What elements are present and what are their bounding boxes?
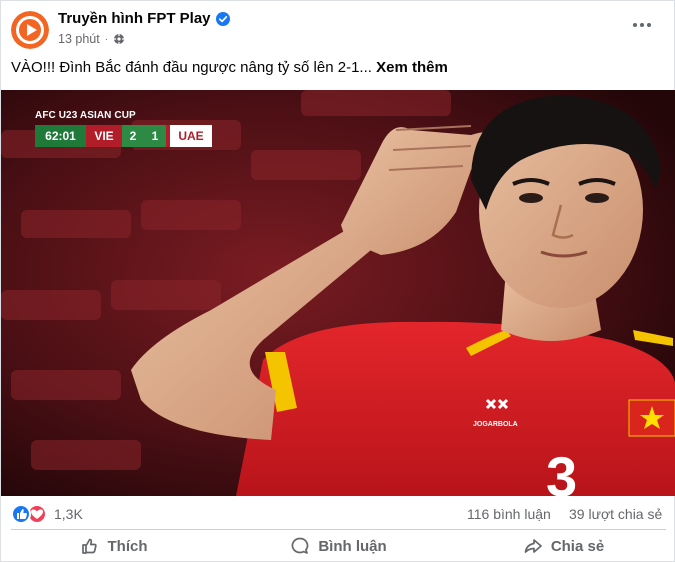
away-team: UAE: [166, 125, 212, 147]
page-avatar[interactable]: [11, 11, 49, 49]
like-button[interactable]: Thích: [1, 531, 226, 561]
public-globe-icon[interactable]: [113, 33, 125, 45]
verified-badge-icon: [215, 11, 230, 26]
share-arrow-icon: [524, 539, 542, 553]
share-count[interactable]: 39 lượt chia sẻ: [569, 506, 662, 522]
like-label: Thích: [107, 537, 148, 555]
home-team: VIE: [86, 125, 122, 147]
caption-text: VÀO!!! Đình Bắc đánh đầu ngược nâng tỷ s…: [11, 59, 372, 76]
actions-divider: [11, 529, 666, 530]
player-salute-image: JOGARBOLA 3: [1, 90, 675, 496]
fpt-play-logo: [11, 11, 49, 49]
away-score: 1: [144, 125, 166, 147]
comment-button[interactable]: Bình luận: [226, 531, 451, 561]
post-photo[interactable]: JOGARBOLA 3: [1, 90, 675, 496]
reaction-icons[interactable]: [11, 504, 51, 526]
page-name[interactable]: Truyền hình FPT Play: [58, 10, 211, 27]
post-meta: 13 phút ·: [58, 32, 125, 46]
more-dot: [640, 23, 644, 27]
facebook-post: Truyền hình FPT Play 13 phút · VÀO!!! Đì…: [0, 0, 675, 562]
post-caption: VÀO!!! Đình Bắc đánh đầu ngược nâng tỷ s…: [11, 59, 448, 76]
jersey-number: 3: [546, 445, 577, 496]
more-dot: [633, 23, 637, 27]
scoreboard-overlay: AFC U23 ASIAN CUP 62:01 VIE 2 1 UAE: [35, 109, 212, 149]
post-actions: Thích Bình luận Chia sẻ: [1, 531, 675, 561]
page-name-row: Truyền hình FPT Play: [58, 10, 230, 27]
match-clock: 62:01: [35, 125, 86, 147]
post-header: Truyền hình FPT Play 13 phút ·: [1, 1, 675, 55]
share-label: Chia sẻ: [550, 537, 605, 555]
share-button[interactable]: Chia sẻ: [451, 531, 675, 561]
comment-label: Bình luận: [318, 537, 387, 555]
competition-name: AFC U23 ASIAN CUP: [35, 110, 136, 121]
comment-count[interactable]: 116 bình luận: [467, 506, 551, 522]
meta-separator: ·: [104, 33, 109, 45]
post-time[interactable]: 13 phút: [58, 32, 100, 46]
reaction-count[interactable]: 1,3K: [54, 506, 83, 522]
post-stats: 1,3K 116 bình luận 39 lượt chia sẻ: [1, 501, 675, 529]
thumbs-up-icon: [81, 538, 97, 554]
home-score: 2: [122, 125, 144, 147]
more-options-icon[interactable]: [627, 13, 657, 37]
jersey-brand-text: JOGARBOLA: [473, 421, 518, 428]
like-reaction-icon: [11, 504, 31, 524]
score-row: 62:01 VIE 2 1 UAE: [35, 125, 212, 147]
comment-bubble-icon: [291, 537, 309, 554]
see-more-link[interactable]: Xem thêm: [376, 59, 448, 76]
more-dot: [647, 23, 651, 27]
